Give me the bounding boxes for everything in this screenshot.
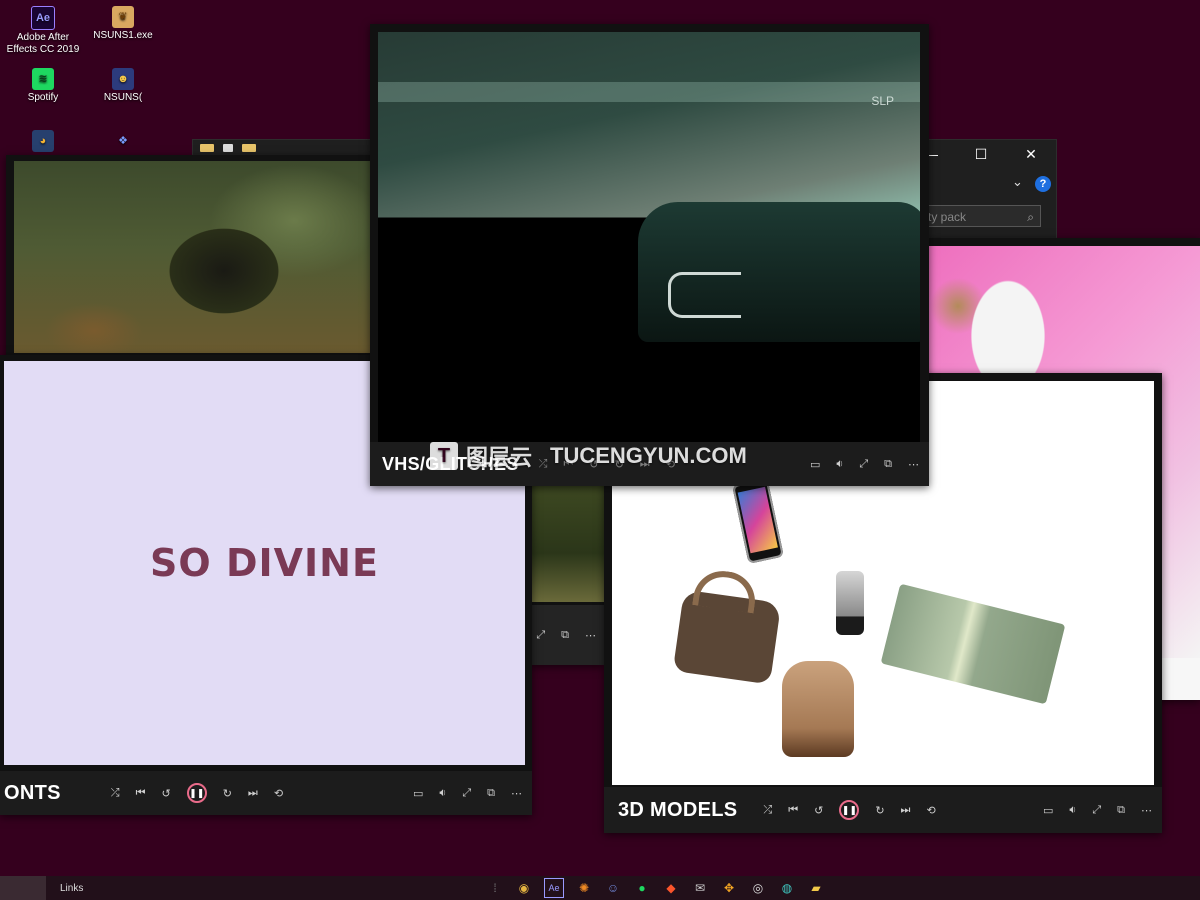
separator-icon: ⁞ bbox=[493, 881, 497, 895]
duck-app-icon: ◕ bbox=[32, 130, 54, 152]
pause-button[interactable]: ❚❚ bbox=[839, 800, 860, 820]
desktop-icon-network[interactable]: ❖ bbox=[86, 130, 160, 154]
forward-icon[interactable]: ↻ bbox=[223, 787, 232, 800]
volume-icon[interactable]: 🔉︎ bbox=[836, 458, 843, 471]
rewind-icon[interactable]: ↺ bbox=[814, 804, 823, 817]
fullscreen-icon[interactable]: ⤢ bbox=[462, 787, 471, 800]
site-watermark: T 图层云 TUCENGYUN.COM bbox=[430, 440, 747, 472]
desktop-icon-duck[interactable]: ◕ bbox=[6, 130, 80, 154]
chevron-down-icon[interactable]: ⌄ bbox=[1012, 174, 1023, 190]
game-character-icon: ☻ bbox=[112, 68, 134, 90]
links-toolbar[interactable]: Links bbox=[60, 883, 83, 894]
miniplayer-icon[interactable]: ⧉ bbox=[884, 458, 892, 471]
mail-icon[interactable]: ✉ bbox=[691, 879, 709, 897]
watermark-cn: 图层云 bbox=[466, 445, 533, 470]
desktop-icon-nsuns[interactable]: ☻ NSUNS( bbox=[86, 68, 160, 104]
more-icon[interactable]: ⋯ bbox=[511, 787, 522, 800]
video-window-forest-partial[interactable]: ⤢ ⧉ ⋯ bbox=[530, 480, 604, 665]
taskbar-apps: ⁞ ◉ Ae ✺ ☺ ● ◆ ✉ ✥ ◎ ◍ ▰ bbox=[486, 878, 825, 898]
after-effects-icon: Ae bbox=[31, 6, 55, 30]
bottle-model bbox=[836, 571, 864, 635]
search-input[interactable]: ty pack ⌕ bbox=[923, 205, 1041, 227]
previous-icon[interactable]: ⏮ bbox=[136, 787, 146, 800]
volume-icon[interactable]: 🔉︎ bbox=[1069, 804, 1076, 817]
video-window-forest[interactable] bbox=[6, 155, 372, 360]
fullscreen-icon[interactable]: ⤢ bbox=[1092, 804, 1101, 817]
cash-stack-model bbox=[880, 583, 1066, 705]
after-effects-icon[interactable]: Ae bbox=[544, 878, 564, 898]
maximize-button[interactable]: ☐ bbox=[961, 146, 1001, 163]
shuffle-icon[interactable]: ⤮ bbox=[763, 804, 772, 817]
brave-icon[interactable]: ◆ bbox=[662, 879, 680, 897]
phone-model bbox=[732, 478, 784, 564]
network-icon: ❖ bbox=[118, 135, 128, 147]
desktop-icon-spotify[interactable]: ≋ Spotify bbox=[6, 68, 80, 104]
folder-icon[interactable] bbox=[242, 144, 256, 152]
fullscreen-icon[interactable]: ⤢ bbox=[536, 629, 545, 642]
more-icon[interactable]: ⋯ bbox=[1141, 804, 1152, 817]
desktop-icon-label: NSUNS( bbox=[103, 92, 143, 103]
chrome-icon[interactable]: ◉ bbox=[515, 879, 533, 897]
search-icon: ⌕ bbox=[1027, 210, 1034, 224]
help-icon[interactable]: ? bbox=[1035, 176, 1051, 192]
photos-icon[interactable]: ◍ bbox=[778, 879, 796, 897]
miniplayer-icon[interactable]: ⧉ bbox=[1117, 804, 1125, 817]
game-leaf-icon: ❦ bbox=[112, 6, 134, 28]
next-icon[interactable]: ⏭ bbox=[248, 787, 258, 800]
discord-icon[interactable]: ☺ bbox=[604, 879, 622, 897]
window-title: 3D MODELS bbox=[618, 798, 738, 821]
fullscreen-icon[interactable]: ⤢ bbox=[859, 458, 868, 471]
folder-icon[interactable]: ▰ bbox=[807, 879, 825, 897]
start-button[interactable] bbox=[0, 876, 46, 900]
video-frame bbox=[530, 480, 604, 602]
watermark-logo-icon: T bbox=[430, 442, 458, 470]
desktop-icon-after-effects[interactable]: Ae Adobe After Effects CC 2019 bbox=[6, 6, 80, 56]
rewind-icon[interactable]: ↺ bbox=[161, 787, 170, 800]
spotify-icon[interactable]: ● bbox=[633, 879, 651, 897]
handbag-model bbox=[672, 589, 782, 685]
obs-icon[interactable]: ◎ bbox=[749, 879, 767, 897]
more-icon[interactable]: ⋯ bbox=[585, 629, 596, 642]
video-frame-vhs: SLP bbox=[378, 32, 920, 452]
display-text: SO DIVINE bbox=[150, 541, 379, 585]
explorer-toolbar bbox=[200, 144, 256, 152]
window-title: ONTS bbox=[4, 781, 61, 804]
repeat-icon[interactable]: ⟲ bbox=[274, 787, 283, 800]
previous-icon[interactable]: ⏮ bbox=[788, 804, 798, 817]
desktop-icon-nsuns1[interactable]: ❦ NSUNS1.exe bbox=[86, 6, 160, 42]
close-button[interactable]: ✕ bbox=[1011, 146, 1051, 163]
watermark-en: TUCENGYUN.COM bbox=[550, 443, 747, 468]
car-headlight bbox=[668, 272, 741, 318]
video-window-vhs-glitches[interactable]: SLP VHS/GLITCHES ⤮ ⏮ ↺ ↻ ⏭ ⟲ ▭ 🔉︎ ⤢ ⧉ ⋯ bbox=[370, 24, 929, 486]
captions-icon[interactable]: ▭ bbox=[810, 458, 820, 471]
captions-icon[interactable]: ▭ bbox=[1043, 804, 1053, 817]
spotify-icon: ≋ bbox=[32, 68, 54, 90]
folder-icon[interactable] bbox=[200, 144, 214, 152]
pause-button[interactable]: ❚❚ bbox=[186, 783, 207, 803]
player-controls: 3D MODELS ⤮ ⏮ ↺ ❚❚ ↻ ⏭ ⟲ ▭ 🔉︎ ⤢ ⧉ ⋯ bbox=[604, 787, 1162, 833]
desktop-icon-label: Spotify bbox=[27, 92, 59, 103]
more-icon[interactable]: ⋯ bbox=[908, 458, 919, 471]
repeat-icon[interactable]: ⟲ bbox=[926, 804, 935, 817]
player-controls: ⤢ ⧉ ⋯ bbox=[530, 605, 604, 665]
desktop-icon-label: NSUNS1.exe bbox=[93, 30, 153, 41]
video-watermark: SLP bbox=[871, 94, 894, 108]
miniplayer-icon[interactable]: ⧉ bbox=[487, 787, 495, 800]
settings-icon[interactable]: ✥ bbox=[720, 879, 738, 897]
glitch-band bbox=[378, 82, 920, 102]
video-frame-forest bbox=[14, 161, 372, 353]
blender-icon[interactable]: ✺ bbox=[575, 879, 593, 897]
miniplayer-icon[interactable]: ⧉ bbox=[561, 629, 569, 642]
next-icon[interactable]: ⏭ bbox=[901, 804, 911, 817]
shuffle-icon[interactable]: ⤮ bbox=[111, 787, 120, 800]
desktop-icon-label: Adobe After Effects CC 2019 bbox=[6, 32, 80, 55]
search-placeholder: ty pack bbox=[928, 210, 967, 224]
boot-model bbox=[782, 661, 854, 757]
forward-icon[interactable]: ↻ bbox=[875, 804, 884, 817]
captions-icon[interactable]: ▭ bbox=[413, 787, 423, 800]
document-icon[interactable] bbox=[223, 144, 233, 152]
volume-icon[interactable]: 🔉︎ bbox=[439, 787, 446, 800]
player-controls: ONTS ⤮ ⏮ ↺ ❚❚ ↻ ⏭ ⟲ ▭ 🔉︎ ⤢ ⧉ ⋯ bbox=[0, 771, 532, 815]
